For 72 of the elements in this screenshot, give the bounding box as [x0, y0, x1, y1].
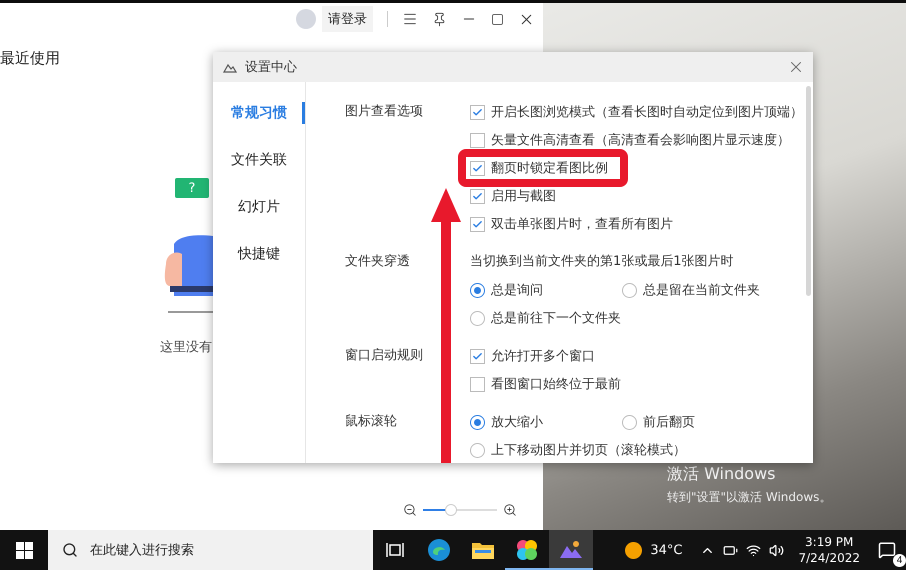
- section-hint: 当切换到当前文件夹的第1张或最后1张图片时: [470, 253, 735, 271]
- check-icon: [472, 106, 483, 118]
- section-label: 窗口启动规则: [345, 347, 424, 365]
- radio-button[interactable]: [470, 442, 485, 458]
- radio-option[interactable]: 总是留在当前文件夹: [622, 281, 760, 299]
- clock[interactable]: 3:19 PM 7/24/2022: [798, 534, 860, 566]
- radio-button[interactable]: [470, 414, 485, 430]
- slider-thumb[interactable]: [445, 504, 458, 516]
- radio-button[interactable]: [470, 282, 485, 298]
- checkbox-option[interactable]: 允许打开多个窗口: [470, 347, 595, 365]
- radio-button[interactable]: [622, 414, 637, 430]
- settings-nav-item[interactable]: 快捷键: [213, 243, 305, 265]
- checkbox[interactable]: [470, 132, 485, 148]
- login-button[interactable]: 请登录: [322, 6, 373, 32]
- radio-option[interactable]: 总是询问: [470, 281, 543, 299]
- search-input[interactable]: 在此键入进行搜索: [88, 542, 373, 558]
- check-icon: [472, 350, 483, 362]
- check-icon: [472, 190, 483, 202]
- settings-nav-item[interactable]: 文件关联: [213, 149, 305, 171]
- folder-icon: [471, 540, 495, 560]
- radio-option[interactable]: 上下移动图片并切页（滚轮模式）: [470, 441, 686, 459]
- checkbox-option[interactable]: 启用与截图: [470, 187, 556, 205]
- checkbox-option[interactable]: 开启长图浏览模式（查看长图时自动定位到图片顶端）: [470, 103, 803, 121]
- checkbox[interactable]: [470, 376, 485, 392]
- checkbox-option[interactable]: 翻页时锁定看图比例: [470, 159, 608, 177]
- network-icon[interactable]: [746, 542, 762, 558]
- mountain-icon: [223, 62, 237, 72]
- check-icon: [472, 218, 483, 230]
- scrollbar[interactable]: [806, 86, 811, 296]
- radio-button[interactable]: [622, 282, 637, 298]
- menu-icon[interactable]: [402, 11, 418, 27]
- checkbox-option[interactable]: 看图窗口始终位于最前: [470, 375, 621, 393]
- taskbar-search-field[interactable]: 在此键入进行搜索: [48, 530, 373, 570]
- browser-icon: [427, 538, 451, 562]
- zoom-in-icon[interactable]: [503, 503, 517, 517]
- notification-icon[interactable]: [878, 541, 896, 559]
- activation-text: 转到"设置"以激活 Windows。: [667, 489, 832, 506]
- notification-count: 4: [893, 554, 906, 567]
- question-bubble: ?: [175, 178, 209, 198]
- weather-temperature[interactable]: 34°C: [650, 542, 682, 558]
- mountain-photo-icon: [559, 540, 583, 560]
- settings-nav-item[interactable]: 常规习惯: [213, 102, 305, 124]
- checkbox[interactable]: [470, 104, 485, 120]
- sun-icon[interactable]: [625, 542, 642, 558]
- checkbox-option[interactable]: 双击单张图片时，查看所有图片: [470, 215, 673, 233]
- maximize-icon[interactable]: [491, 12, 504, 26]
- section-label: 图片查看选项: [345, 103, 424, 121]
- section-label: 鼠标滚轮: [345, 413, 398, 431]
- activation-title: 激活 Windows: [667, 464, 777, 485]
- volume-icon[interactable]: [769, 542, 784, 558]
- search-icon: [62, 542, 78, 558]
- task-view-icon: [386, 542, 404, 558]
- recent-title: 最近使用: [0, 49, 60, 68]
- checkbox[interactable]: [470, 348, 485, 364]
- checkbox-option[interactable]: 矢量文件高清查看（高清查看会影响图片显示速度）: [470, 131, 790, 149]
- pin-icon[interactable]: [432, 12, 447, 26]
- radio-option[interactable]: 总是前往下一个文件夹: [470, 309, 621, 327]
- dialog-title: 设置中心: [245, 59, 298, 76]
- settings-nav-item[interactable]: 幻灯片: [213, 196, 305, 218]
- empty-message: 这里没有: [160, 339, 212, 356]
- checkbox[interactable]: [470, 216, 485, 232]
- radio-option[interactable]: 放大缩小: [470, 413, 543, 431]
- checkbox[interactable]: [470, 188, 485, 204]
- section-label: 文件夹穿透: [345, 253, 411, 271]
- check-icon: [472, 162, 483, 174]
- pinwheel-icon: [515, 538, 539, 562]
- zoom-out-icon[interactable]: [403, 503, 417, 517]
- radio-dot: [474, 286, 481, 294]
- radio-option[interactable]: 前后翻页: [622, 413, 695, 431]
- radio-dot: [474, 418, 481, 426]
- radio-button[interactable]: [470, 310, 485, 326]
- checkbox[interactable]: [470, 160, 485, 176]
